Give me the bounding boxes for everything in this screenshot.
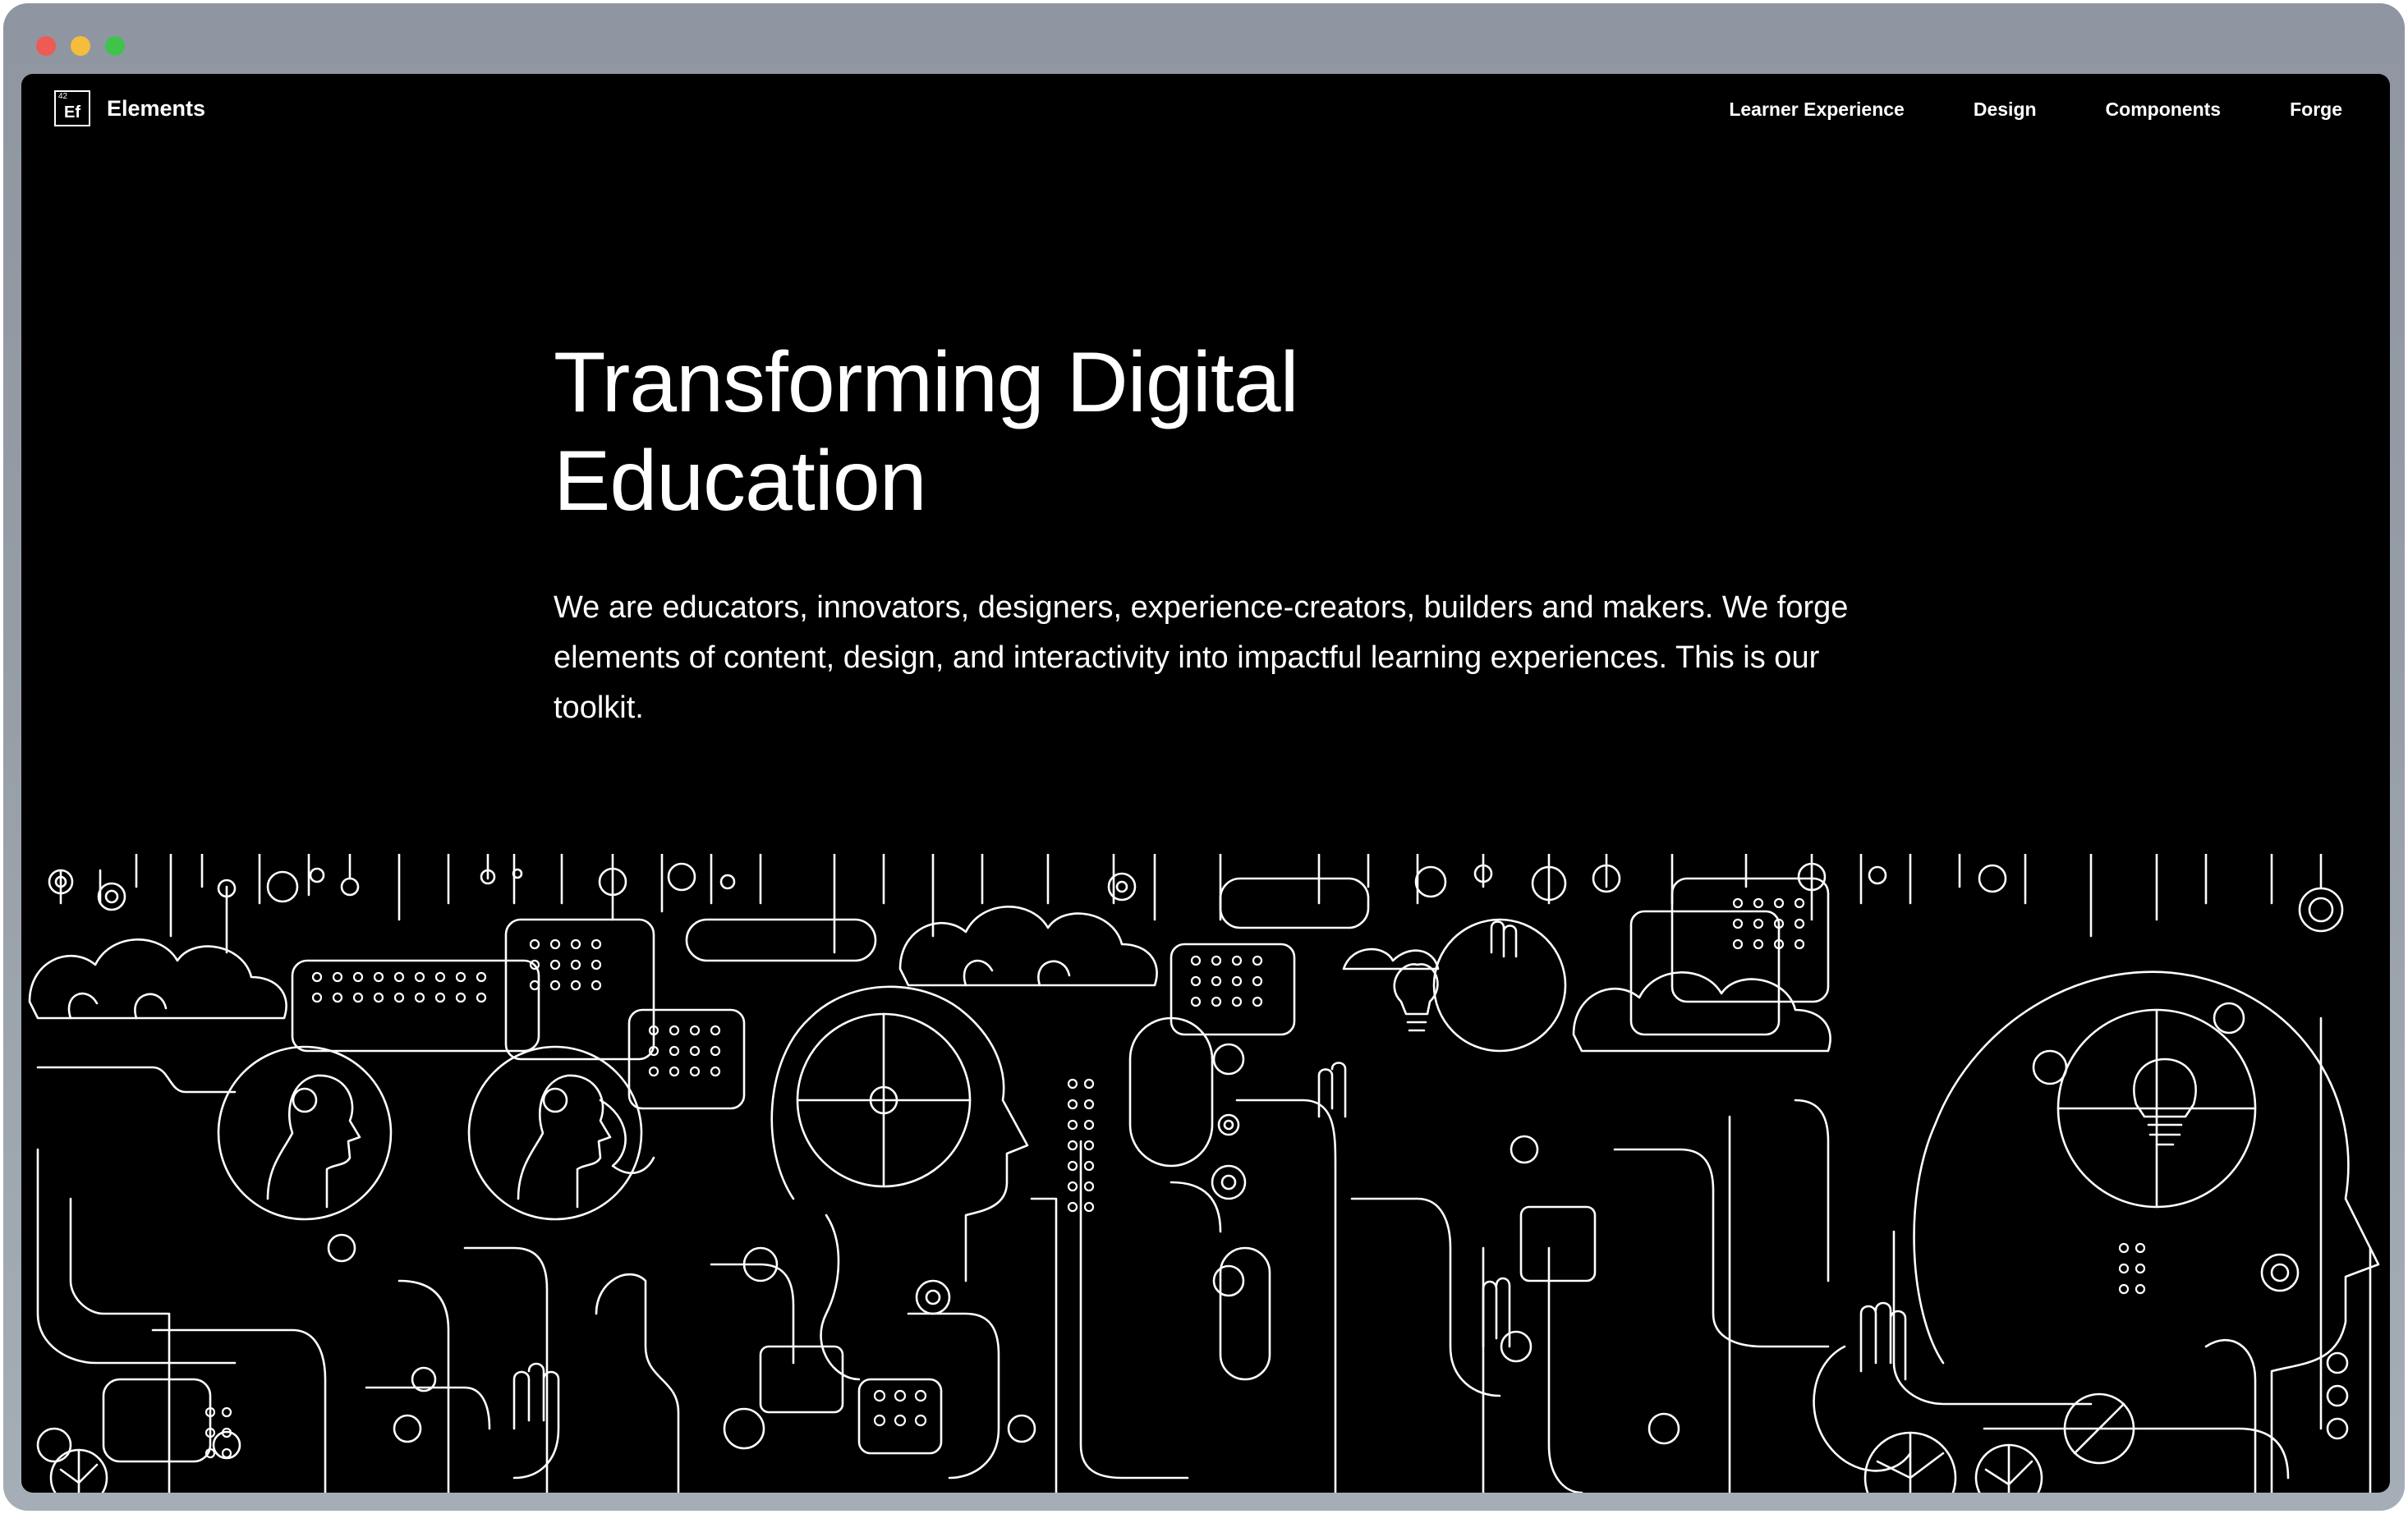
minimize-window-button[interactable] bbox=[71, 36, 90, 56]
hero-title: Transforming Digital Education bbox=[554, 333, 1539, 530]
nav-forge[interactable]: Forge bbox=[2290, 99, 2342, 121]
nav-components[interactable]: Components bbox=[2106, 99, 2222, 121]
zoom-window-button[interactable] bbox=[105, 36, 125, 56]
element-tile-icon: 42 Ef bbox=[54, 90, 90, 126]
close-window-button[interactable] bbox=[36, 36, 56, 56]
nav-learner-experience[interactable]: Learner Experience bbox=[1729, 99, 1905, 121]
site-logo[interactable]: 42 Ef Elements bbox=[54, 90, 205, 126]
nav-design[interactable]: Design bbox=[1974, 99, 2037, 121]
logo-symbol: Ef bbox=[64, 103, 80, 122]
browser-window: 42 Ef Elements Learner Experience Design… bbox=[3, 3, 2405, 1511]
hero-title-line-1: Transforming Digital bbox=[554, 335, 1299, 430]
circuit-people-lineart-icon bbox=[28, 854, 2380, 1493]
main-nav: Learner Experience Design Components For… bbox=[1729, 99, 2342, 121]
logo-atomic-number: 42 bbox=[58, 92, 68, 101]
logo-name: Elements bbox=[107, 95, 206, 121]
hero-description: We are educators, innovators, designers,… bbox=[554, 590, 1849, 725]
page-viewport: 42 Ef Elements Learner Experience Design… bbox=[21, 74, 2390, 1493]
hero-title-line-2: Education bbox=[554, 434, 927, 529]
screen: 42 Ef Elements Learner Experience Design… bbox=[0, 0, 2408, 1514]
window-controls bbox=[36, 36, 125, 56]
site-header: 42 Ef Elements Learner Experience Design… bbox=[21, 74, 2390, 148]
